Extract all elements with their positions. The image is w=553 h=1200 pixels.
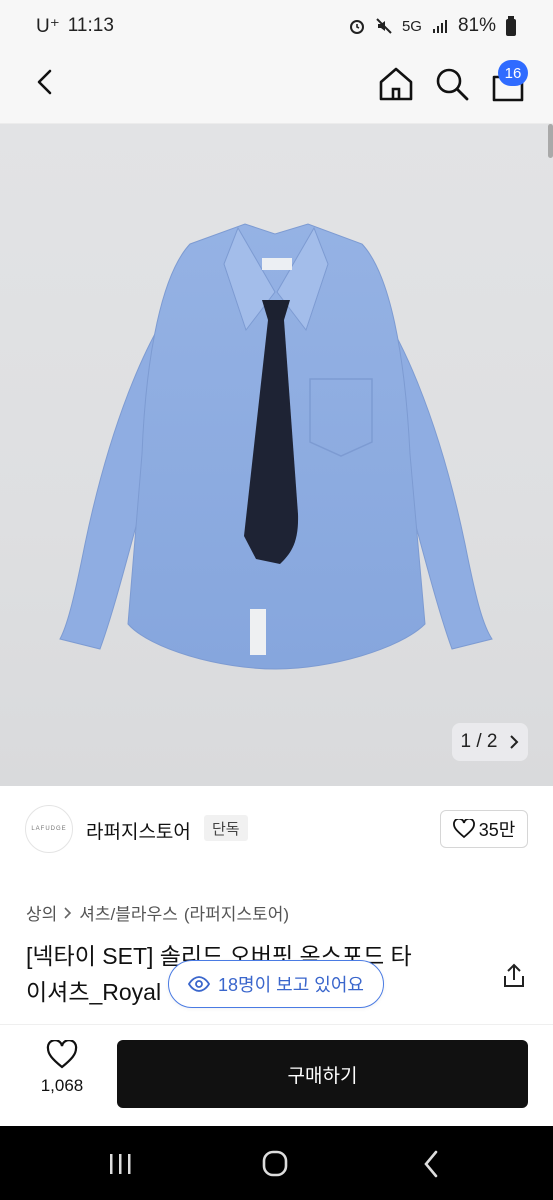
recents-icon: [110, 1154, 131, 1174]
home-icon: [379, 67, 413, 101]
recents-button[interactable]: [102, 1148, 138, 1180]
heart-icon: [452, 819, 475, 839]
app-header: [0, 52, 553, 124]
chevron-right-icon: [509, 735, 518, 749]
search-icon: [436, 68, 469, 101]
status-bar: U⁺ 11:13 5G 81%: [0, 0, 553, 52]
share-icon: [504, 963, 524, 987]
wishlist-button[interactable]: 1,068: [30, 1040, 94, 1106]
wishlist-count: 1,068: [40, 1076, 84, 1095]
status-right: 5G 81%: [348, 15, 517, 37]
image-page-indicator[interactable]: 1 / 2: [452, 723, 528, 761]
search-button[interactable]: [430, 62, 474, 106]
home-circle-icon: [262, 1150, 288, 1177]
page-indicator-text: 1 / 2: [460, 731, 498, 752]
share-button[interactable]: [500, 962, 528, 990]
breadcrumb-item-subcategory[interactable]: 셔츠/블라우스: [79, 900, 178, 925]
store-logo[interactable]: LAFUDGE: [25, 805, 73, 853]
eye-icon: [188, 976, 211, 992]
home-button[interactable]: [374, 62, 418, 106]
breadcrumb-item-category[interactable]: 상의: [26, 900, 57, 925]
carrier-label: U⁺: [36, 15, 60, 37]
breadcrumb: 상의 셔츠/블라우스 (라퍼지스토어): [26, 900, 289, 925]
exclusive-badge: 단독: [204, 815, 248, 841]
system-home-button[interactable]: [257, 1148, 293, 1180]
clock: 11:13: [67, 15, 114, 36]
alarm-icon: [349, 20, 364, 34]
back-icon: [37, 69, 52, 95]
scroll-thumb[interactable]: [548, 124, 553, 158]
back-chevron-icon: [424, 1150, 438, 1178]
purchase-button[interactable]: 구매하기: [117, 1040, 528, 1108]
store-like-count: 35만: [478, 820, 516, 840]
shirt-with-tie-photo: [59, 223, 493, 670]
back-button[interactable]: [26, 62, 66, 102]
store-name[interactable]: 라퍼지스토어: [86, 817, 191, 844]
cart-count-badge: 16: [498, 60, 528, 86]
signal-icon: [432, 20, 447, 33]
store-like-button[interactable]: 35만: [440, 810, 528, 848]
chevron-right-icon: [64, 906, 72, 919]
system-back-button[interactable]: [414, 1148, 450, 1180]
battery-icon: [506, 16, 516, 36]
battery-percent: 81%: [457, 15, 496, 36]
status-left: U⁺ 11:13: [36, 15, 114, 38]
breadcrumb-item-store[interactable]: (라퍼지스토어): [184, 900, 289, 925]
viewers-text: 18명이 보고 있어요: [218, 975, 364, 995]
viewers-count-pill: 18명이 보고 있어요: [168, 960, 384, 1008]
mute-icon: [376, 18, 392, 34]
product-image[interactable]: [0, 124, 553, 786]
5g-icon: 5G: [401, 17, 422, 35]
heart-icon: [46, 1040, 78, 1069]
